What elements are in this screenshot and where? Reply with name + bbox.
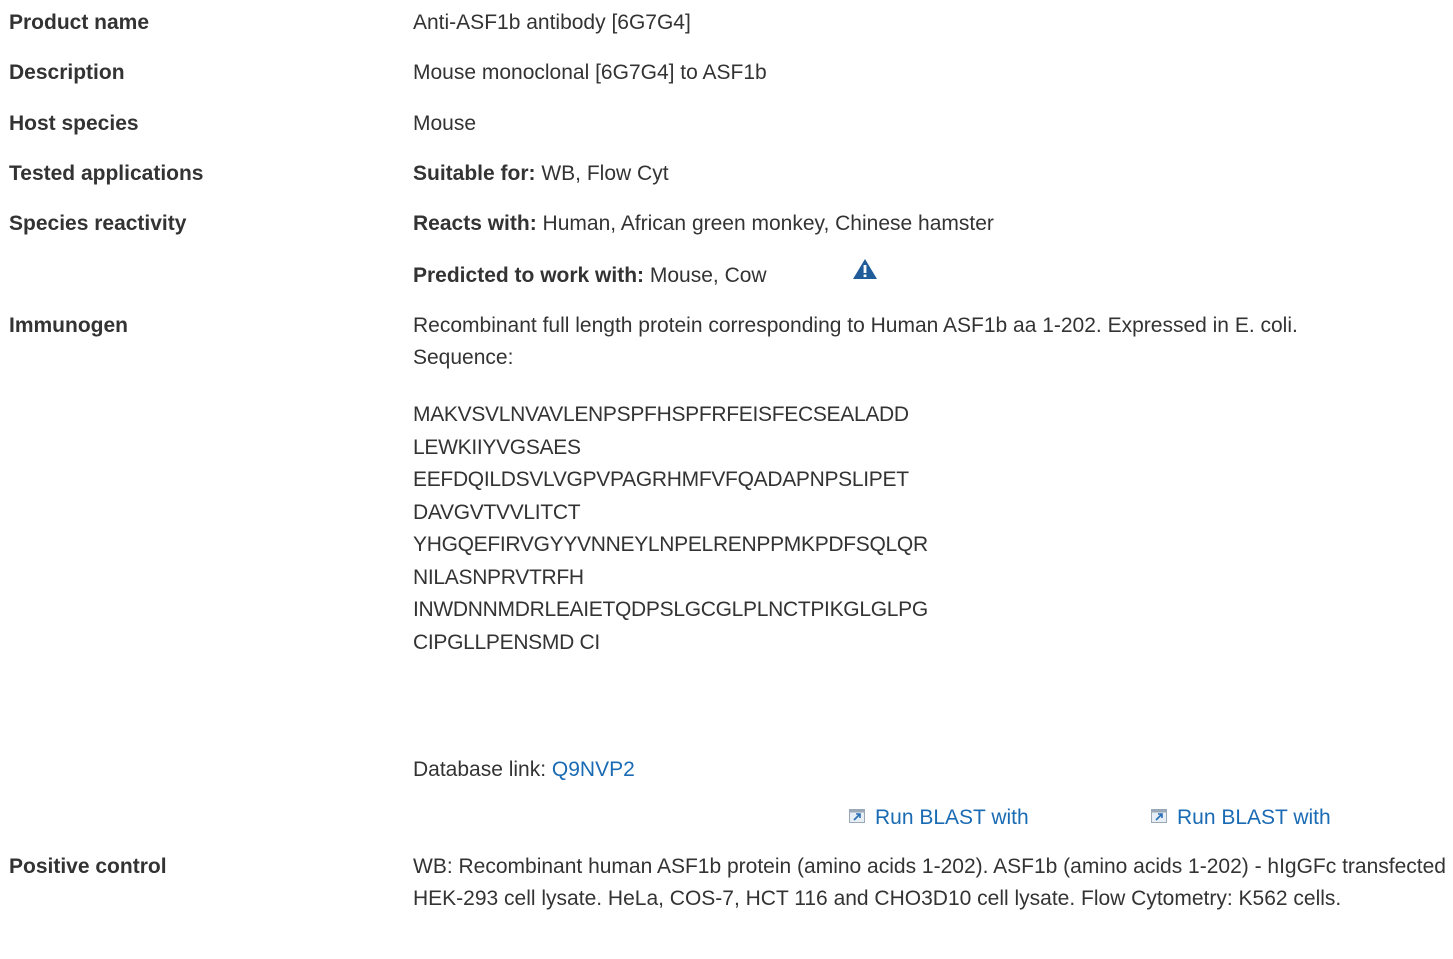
tested-applications-label: Tested applications (9, 162, 204, 185)
product-name-label: Product name (9, 11, 150, 34)
run-blast-label[interactable]: Run BLAST with (875, 806, 1029, 830)
sequence-line: MAKVSVLNVAVLENPSPFHSPFRFEISFECSEALADD (413, 403, 909, 426)
external-window-icon (1151, 809, 1167, 823)
reacts-with-value: Reacts with: Human, African green monkey… (413, 212, 994, 236)
reacts-with-prefix: Reacts with: (413, 212, 537, 235)
product-name-value: Anti-ASF1b antibody [6G7G4] (413, 11, 691, 34)
positive-control-label: Positive control (9, 855, 167, 878)
sequence-line: YHGQEFIRVGYYVNNEYLNPELRENPPMKPDFSQLQR (413, 533, 928, 556)
sequence-line: NILASNPRVTRFH (413, 565, 584, 589)
suitable-for-prefix: Suitable for: (413, 162, 536, 185)
predicted-text: Mouse, Cow (649, 264, 767, 287)
positive-control-value: WB: Recombinant human ASF1b protein (ami… (413, 855, 1446, 910)
run-blast-link-1[interactable]: Run BLAST with (849, 806, 1029, 830)
sequence-line: DAVGVTVVLITCT (413, 500, 581, 524)
predicted-to-work-value: Predicted to work with: Mouse, Cow (413, 264, 767, 288)
description-value: Mouse monoclonal [6G7G4] to ASF1b (413, 61, 767, 84)
sequence-line: LEWKIIYVGSAES (413, 435, 581, 459)
host-species-label: Host species (9, 112, 139, 135)
description-label: Description (9, 61, 125, 84)
sequence-block: MAKVSVLNVAVLENPSPFHSPFRFEISFECSEALADD LE… (413, 399, 928, 659)
sequence-line: CIPGLLPENSMD CI (413, 630, 600, 654)
species-reactivity-label: Species reactivity (9, 212, 187, 235)
immunogen-description: Recombinant full length protein correspo… (413, 310, 1448, 374)
predicted-prefix: Predicted to work with: (413, 264, 645, 287)
database-link-row: Database link: Q9NVP2 (413, 758, 635, 782)
reacts-with-text: Human, African green monkey, Chinese ham… (542, 212, 994, 235)
warning-triangle-icon[interactable] (852, 258, 878, 280)
database-link-q9nvp2[interactable]: Q9NVP2 (552, 758, 635, 781)
sequence-line: EEFDQILDSVLVGPVPAGRHMFVFQADAPNPSLIPET (413, 468, 909, 491)
immunogen-label: Immunogen (9, 314, 128, 337)
immunogen-text: Recombinant full length protein correspo… (413, 314, 1298, 337)
host-species-value: Mouse (413, 112, 477, 135)
external-window-icon (849, 809, 865, 823)
run-blast-link-2[interactable]: Run BLAST with (1151, 806, 1331, 830)
suitable-for-text: WB, Flow Cyt (541, 162, 669, 185)
run-blast-label[interactable]: Run BLAST with (1177, 806, 1331, 830)
tested-applications-value: Suitable for: WB, Flow Cyt (413, 162, 669, 186)
sequence-label: Sequence: (413, 346, 514, 369)
sequence-line: INWDNNMDRLEAIETQDPSLGCGLPLNCTPIKGLGLPG (413, 598, 928, 621)
database-link-prefix: Database link: (413, 758, 547, 781)
